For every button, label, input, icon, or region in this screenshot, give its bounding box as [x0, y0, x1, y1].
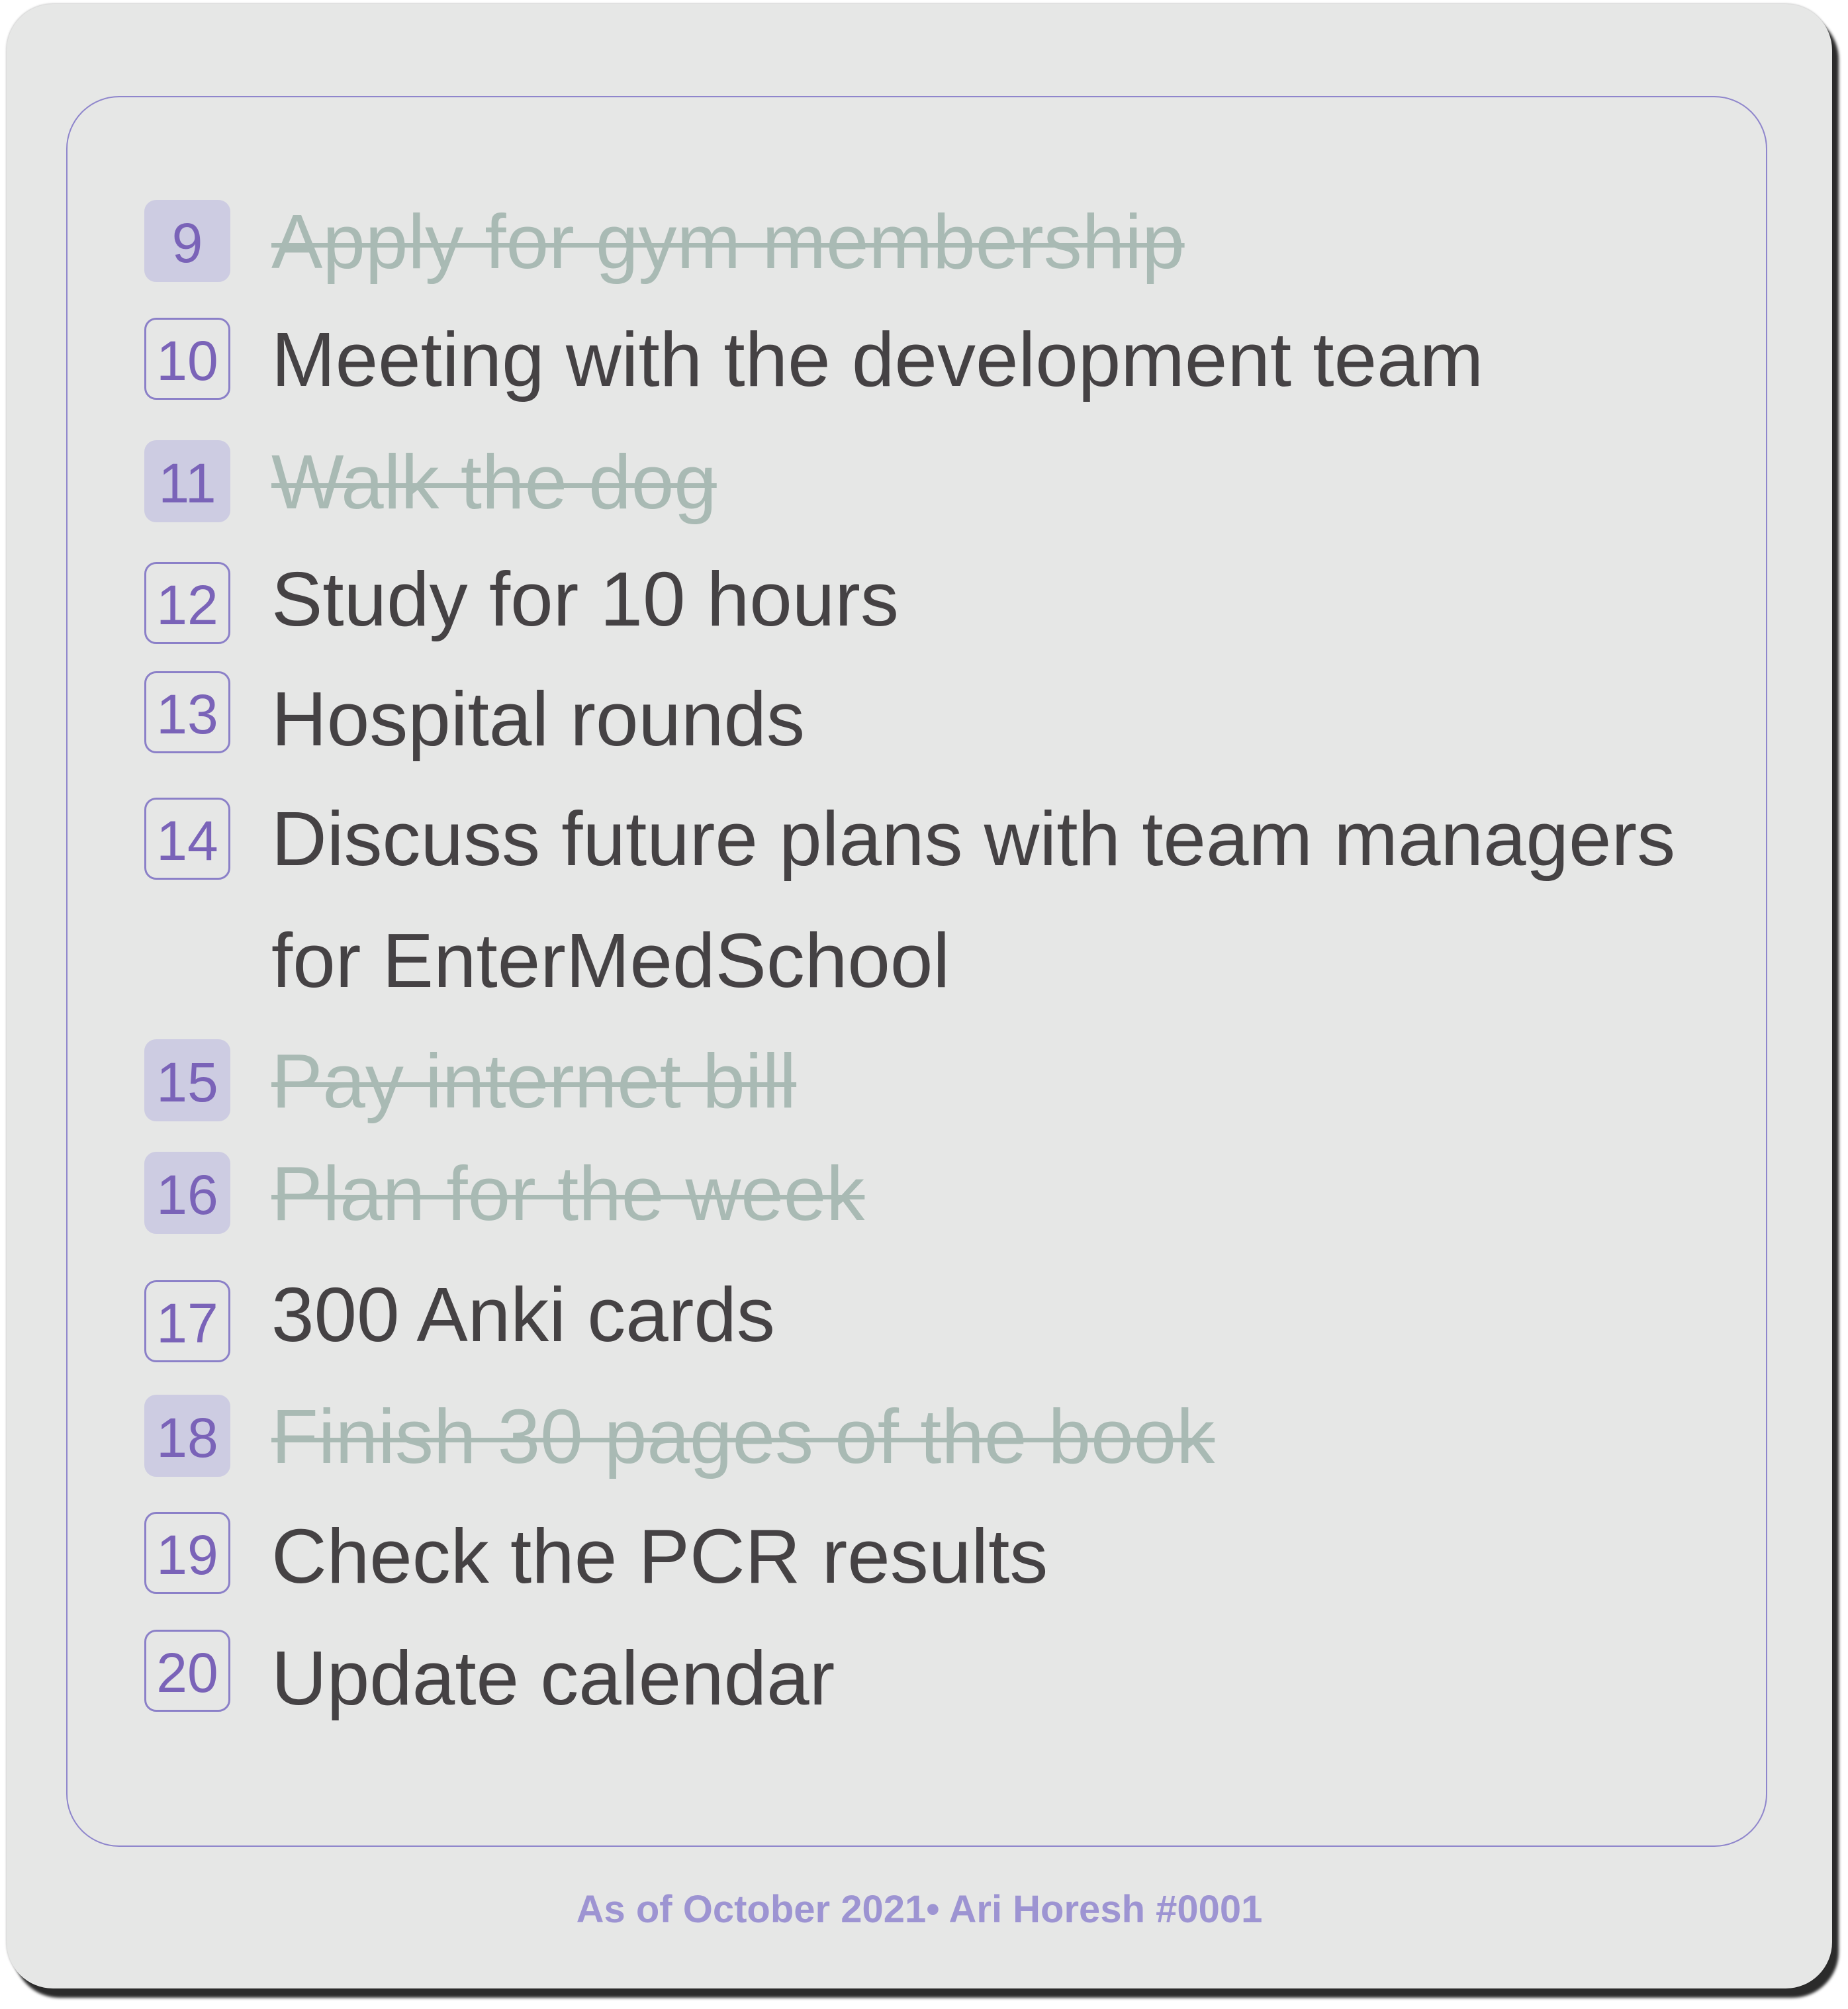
item-number-badge: 10	[144, 318, 230, 400]
item-number-badge: 16	[144, 1152, 230, 1234]
item-text: Walk the dog	[271, 439, 717, 525]
item-number-badge: 14	[144, 798, 230, 880]
item-number-badge: 15	[144, 1039, 230, 1121]
todo-list-panel: 9 Apply for gym membership 10 Meeting wi…	[66, 96, 1767, 1847]
item-text: Pay internet bill	[271, 1038, 797, 1124]
item-number-badge: 19	[144, 1512, 230, 1594]
item-number-badge: 20	[144, 1630, 230, 1712]
item-number-badge: 17	[144, 1280, 230, 1362]
item-text: Discuss future plans with team managers …	[271, 796, 1697, 1004]
item-text: Study for 10 hours	[271, 556, 899, 642]
todo-list: 9 Apply for gym membership 10 Meeting wi…	[68, 97, 1766, 1845]
item-number-badge: 13	[144, 671, 230, 753]
item-text: Meeting with the development team	[271, 316, 1484, 402]
item-text: Finish 30 pages of the book	[271, 1393, 1215, 1479]
item-text: Plan for the week	[271, 1150, 865, 1237]
item-number-badge: 9	[144, 200, 230, 282]
item-text: Update calendar	[271, 1635, 835, 1721]
item-number-badge: 12	[144, 562, 230, 644]
item-text: Check the PCR results	[271, 1513, 1048, 1599]
item-text: Apply for gym membership	[271, 199, 1185, 285]
item-number-badge: 18	[144, 1395, 230, 1477]
footer-caption: As of October 2021• Ari Horesh #0001	[576, 1888, 1263, 1931]
todo-card: 9 Apply for gym membership 10 Meeting wi…	[7, 4, 1832, 1988]
item-number-badge: 11	[144, 440, 230, 522]
item-text: 300 Anki cards	[271, 1272, 775, 1358]
item-text: Hospital rounds	[271, 676, 805, 762]
